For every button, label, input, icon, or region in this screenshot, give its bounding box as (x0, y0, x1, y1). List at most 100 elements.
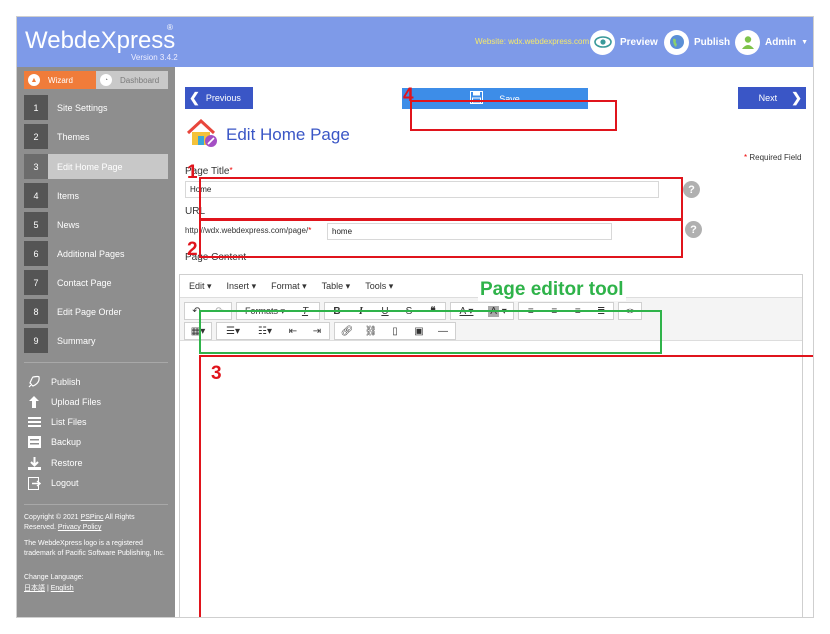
tab-dashboard-label: Dashboard (120, 75, 160, 85)
tab-dashboard[interactable]: ◔ Dashboard (96, 71, 168, 89)
menu-insert[interactable]: Insert ▾ (227, 281, 257, 292)
wizard-icon: ▲ (28, 74, 40, 86)
step-label: Edit Page Order (57, 306, 122, 317)
next-button[interactable]: Next ❯ (738, 87, 806, 109)
menu-edit[interactable]: Edit ▾ (189, 281, 212, 292)
copyright-prefix: Copyright © 2021 (24, 514, 81, 521)
upload-icon (27, 395, 41, 409)
trademark-text: The WebdeXpress logo is a registered tra… (24, 540, 165, 557)
sidebar-step-items[interactable]: 4 Items (24, 183, 168, 208)
previous-label: Previous (205, 93, 241, 103)
privacy-policy-link[interactable]: Privacy Policy (58, 524, 102, 531)
sidebar-util-label: Logout (51, 478, 79, 488)
sidebar-step-contact-page[interactable]: 7 Contact Page (24, 270, 168, 295)
menu-tools-label: Tools (365, 280, 387, 291)
step-label: Additional Pages (57, 248, 125, 259)
sidebar-util-label: List Files (51, 417, 87, 427)
sidebar-backup[interactable]: Backup (27, 435, 81, 449)
menu-table[interactable]: Table ▾ (322, 281, 351, 292)
app-window: WebdeXpress ® Version 3.4.2 Website: wdx… (16, 16, 814, 618)
chevron-down-icon: ▼ (801, 38, 809, 46)
sidebar: ▲ Wizard ◔ Dashboard 1 Site Settings 2 The… (17, 67, 175, 617)
change-language-label: Change Language: (24, 574, 84, 581)
sidebar-step-additional-pages[interactable]: 6 Additional Pages (24, 241, 168, 266)
lang-english-link[interactable]: English (51, 585, 74, 592)
menu-tools[interactable]: Tools ▾ (365, 281, 393, 292)
pspinc-link[interactable]: PSPinc (81, 514, 104, 521)
menu-edit-label: Edit (189, 280, 205, 291)
copyright-text: Copyright © 2021 PSPinc All Rights Reser… (24, 513, 168, 533)
rocket-icon (27, 375, 41, 389)
step-number: 9 (24, 328, 48, 353)
sidebar-step-themes[interactable]: 2 Themes (24, 124, 168, 149)
sidebar-divider (24, 504, 168, 505)
backup-icon (27, 435, 41, 449)
home-edit-icon (186, 118, 218, 152)
sidebar-util-label: Publish (51, 377, 81, 387)
step-number: 8 (24, 299, 48, 324)
sidebar-util-label: Restore (51, 458, 83, 468)
eye-icon (590, 29, 615, 55)
step-label: Contact Page (57, 277, 112, 288)
chevron-right-icon: ❯ (791, 90, 802, 105)
annotation-box-editor-tool (199, 310, 662, 354)
sidebar-step-site-settings[interactable]: 1 Site Settings (24, 95, 168, 120)
sidebar-step-edit-home-page[interactable]: 3 Edit Home Page (24, 154, 168, 179)
publish-header-label: Publish (694, 36, 731, 48)
menu-format[interactable]: Format ▾ (271, 281, 307, 292)
sidebar-list-files[interactable]: List Files (27, 415, 87, 429)
tab-wizard-label: Wizard (48, 75, 73, 85)
sidebar-publish[interactable]: Publish (27, 375, 81, 389)
main-content: ❮ Previous Save Next ❯ Edit Home Page * … (175, 67, 813, 617)
step-number: 7 (24, 270, 48, 295)
sidebar-step-summary[interactable]: 9 Summary (24, 328, 168, 353)
publish-header-button[interactable]: Publish (664, 29, 730, 55)
required-star: * (229, 166, 233, 175)
website-link[interactable]: Website: wdx.webdexpress.com (475, 37, 589, 46)
annotation-number-2: 2 (187, 239, 198, 260)
required-field-label: Required Field (749, 153, 802, 162)
lang-japanese-link[interactable]: 日本語 (24, 585, 45, 592)
top-header: WebdeXpress ® Version 3.4.2 Website: wdx… (17, 17, 813, 67)
step-number: 3 (24, 154, 48, 179)
step-number: 4 (24, 183, 48, 208)
preview-button[interactable]: Preview (590, 29, 658, 55)
chevron-left-icon: ❮ (189, 90, 200, 105)
admin-label: Admin (765, 36, 797, 48)
help-icon[interactable]: ? (685, 221, 702, 238)
tab-wizard[interactable]: ▲ Wizard (24, 71, 96, 89)
sidebar-util-label: Upload Files (51, 397, 102, 407)
admin-menu[interactable]: Admin ▼ (735, 29, 808, 55)
step-number: 5 (24, 212, 48, 237)
previous-button[interactable]: ❮ Previous (185, 87, 253, 109)
step-label: Themes (57, 131, 90, 142)
step-number: 2 (24, 124, 48, 149)
menu-format-label: Format (271, 280, 300, 291)
annotation-number-1: 1 (187, 162, 198, 183)
page-title: Edit Home Page (226, 125, 350, 144)
sidebar-upload-files[interactable]: Upload Files (27, 395, 101, 409)
sidebar-restore[interactable]: Restore (27, 456, 83, 470)
step-number: 1 (24, 95, 48, 120)
help-icon[interactable]: ? (683, 181, 700, 198)
step-label: Edit Home Page (57, 161, 123, 172)
sidebar-logout[interactable]: Logout (27, 476, 79, 490)
required-star: * (744, 153, 748, 162)
app-logo[interactable]: WebdeXpress (25, 27, 175, 55)
sidebar-step-edit-page-order[interactable]: 8 Edit Page Order (24, 299, 168, 324)
annotation-box-4 (410, 100, 617, 131)
sidebar-util-label: Backup (51, 437, 82, 447)
version-label: Version 3.4.2 (131, 53, 178, 62)
logo-registered-mark: ® (167, 23, 173, 32)
language-switcher: 日本語 | English (24, 584, 168, 594)
step-label: News (57, 219, 80, 230)
annotation-box-1 (199, 177, 683, 220)
sidebar-divider (24, 362, 168, 363)
restore-icon (27, 456, 41, 470)
step-label: Items (57, 190, 80, 201)
menu-table-label: Table (321, 280, 344, 291)
annotation-box-2 (199, 219, 683, 258)
annotation-box-3 (199, 355, 813, 617)
sidebar-step-news[interactable]: 5 News (24, 212, 168, 237)
menu-insert-label: Insert (226, 280, 250, 291)
